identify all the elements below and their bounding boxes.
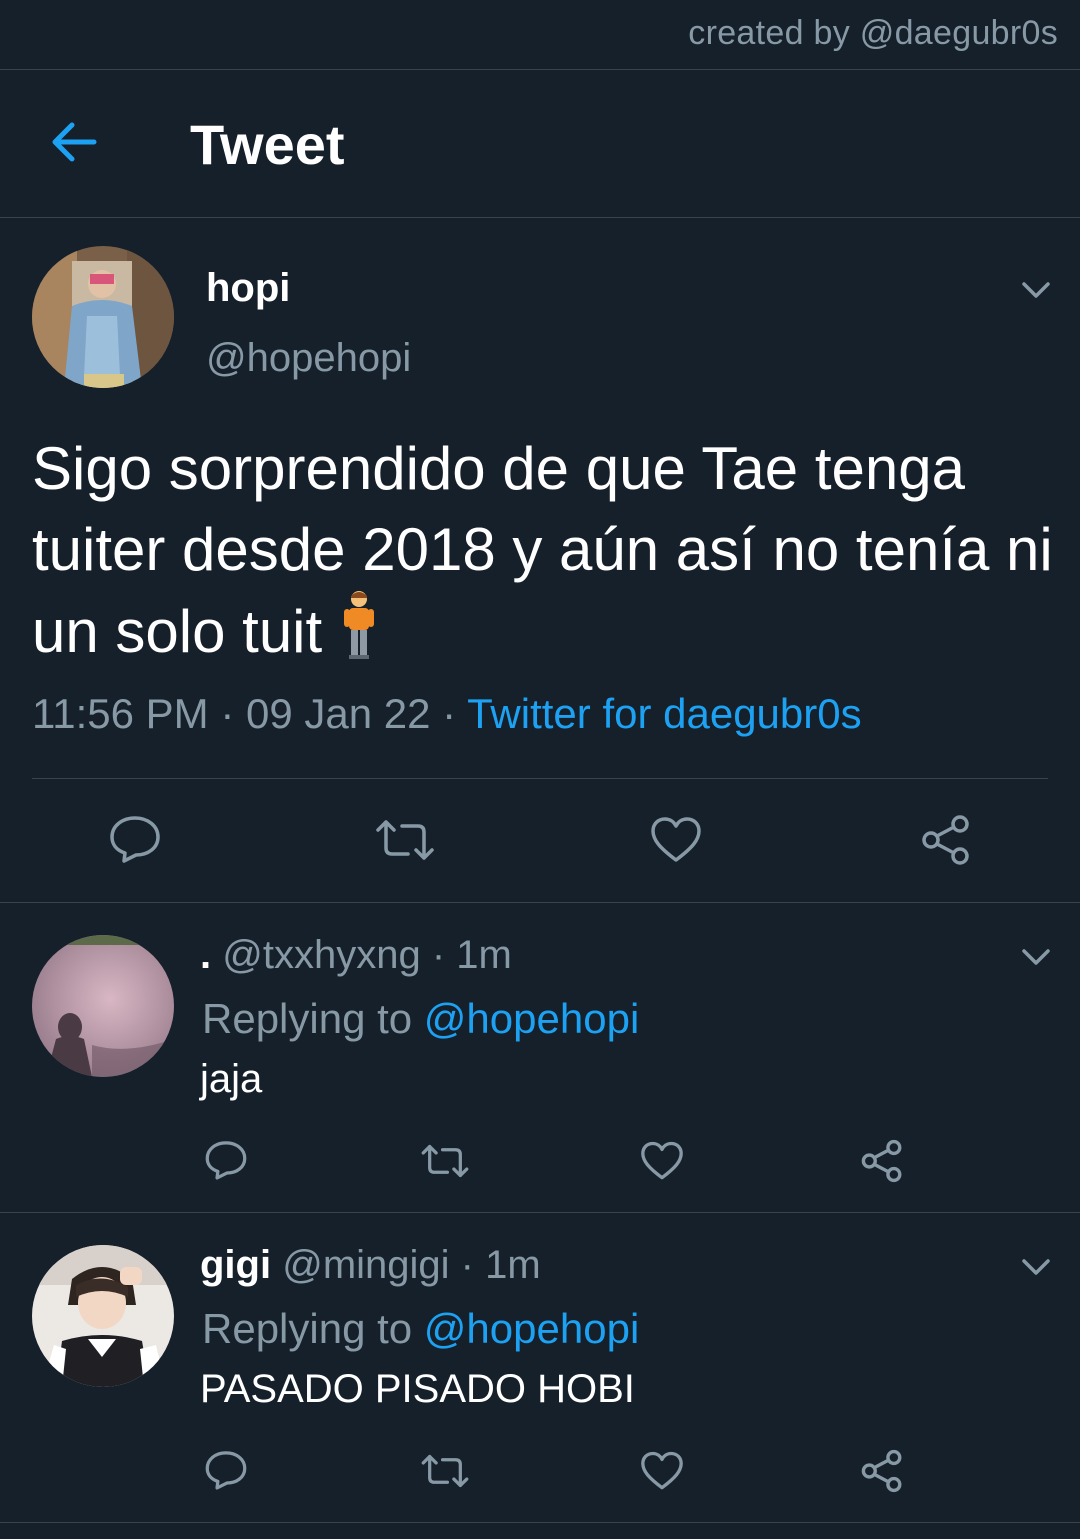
back-button[interactable] (44, 112, 104, 172)
retweet-icon (376, 820, 434, 860)
reply-icon (205, 1451, 247, 1490)
share-icon (861, 1139, 902, 1183)
reply-tweet[interactable]: . @txxhyxng · 1m Replying to @hopehopi j… (0, 903, 1080, 1213)
replying-to-label: Replying to (202, 995, 413, 1042)
heart-icon (651, 817, 701, 862)
author-handle[interactable]: @hopehopi (206, 336, 411, 381)
replying-to: Replying to @hopehopi (202, 995, 639, 1043)
reply-icon (110, 816, 160, 863)
author-name[interactable]: hopi (206, 266, 290, 311)
reply-header: . @txxhyxng · 1m (200, 933, 512, 978)
person-standing-emoji (342, 590, 376, 660)
retweet-button[interactable] (374, 818, 436, 862)
like-button[interactable] (650, 816, 702, 864)
avatar[interactable] (32, 935, 174, 1077)
reply-button[interactable] (204, 1449, 248, 1491)
reply-header: gigi @mingigi · 1m (200, 1243, 541, 1288)
like-button[interactable] (640, 1451, 684, 1491)
reply-author-handle[interactable]: @txxhyxng (222, 933, 420, 977)
retweet-icon (421, 1144, 469, 1178)
avatar-photo (32, 246, 174, 388)
avatar-photo (32, 935, 174, 1077)
replying-to: Replying to @hopehopi (202, 1305, 639, 1353)
reply-tweet[interactable]: gigi @mingigi · 1m Replying to @hopehopi… (0, 1213, 1080, 1523)
heart-icon (641, 1141, 683, 1180)
avatar[interactable] (32, 246, 174, 388)
top-header: Tweet (0, 70, 1080, 218)
share-button[interactable] (860, 1139, 904, 1183)
tweet-body: Sigo sorprendido de que Tae tenga tuiter… (32, 435, 1053, 665)
tweet-menu-button[interactable] (1016, 270, 1056, 310)
tweet-client-link[interactable]: Twitter for daegubr0s (467, 690, 862, 737)
meta-separator: · (442, 690, 457, 737)
reply-author-name[interactable]: gigi (200, 1243, 271, 1287)
credit-bar: created by @daegubr0s (0, 0, 1080, 70)
reply-button[interactable] (204, 1139, 248, 1181)
share-icon (861, 1449, 902, 1493)
chevron-down-icon (1022, 949, 1050, 965)
tweet-date: 09 Jan 22 (246, 690, 431, 737)
like-button[interactable] (640, 1141, 684, 1181)
share-button[interactable] (920, 814, 972, 866)
reply-age: 1m (456, 933, 512, 977)
divider (32, 778, 1048, 779)
retweet-button[interactable] (420, 1143, 470, 1179)
replying-to-label: Replying to (202, 1305, 413, 1352)
reply-icon (205, 1141, 247, 1180)
chevron-down-icon (1022, 282, 1050, 298)
heart-icon (641, 1451, 683, 1490)
retweet-icon (421, 1454, 469, 1488)
tweet-text: Sigo sorprendido de que Tae tenga tuiter… (32, 428, 1062, 672)
meta-separator: · (431, 933, 446, 977)
reply-text: jaja (200, 1057, 263, 1101)
back-arrow-icon (52, 122, 97, 162)
reply-author-handle[interactable]: @mingigi (282, 1243, 449, 1287)
tweet-meta: 11:56 PM · 09 Jan 22 · Twitter for daegu… (32, 690, 862, 738)
replying-to-mention[interactable]: @hopehopi (424, 995, 639, 1042)
meta-separator: · (460, 1243, 474, 1287)
tweet-menu-button[interactable] (1016, 1247, 1056, 1287)
tweet-time: 11:56 PM (32, 690, 209, 737)
reply-age: 1m (485, 1243, 541, 1287)
retweet-button[interactable] (420, 1453, 470, 1489)
chevron-down-icon (1022, 1259, 1050, 1275)
tweet-menu-button[interactable] (1016, 937, 1056, 977)
meta-separator: · (220, 690, 235, 737)
reply-author-name[interactable]: . (200, 933, 211, 977)
replying-to-mention[interactable]: @hopehopi (424, 1305, 639, 1352)
reply-text: PASADO PISADO HOBI (200, 1367, 635, 1411)
share-button[interactable] (860, 1449, 904, 1493)
credit-text: created by @daegubr0s (688, 14, 1058, 52)
avatar-photo (32, 1245, 174, 1387)
reply-button[interactable] (108, 814, 162, 864)
main-tweet: hopi @hopehopi Sigo sorprendido de que T… (0, 218, 1080, 903)
page-title: Tweet (190, 113, 345, 176)
avatar[interactable] (32, 1245, 174, 1387)
share-icon (922, 815, 969, 865)
